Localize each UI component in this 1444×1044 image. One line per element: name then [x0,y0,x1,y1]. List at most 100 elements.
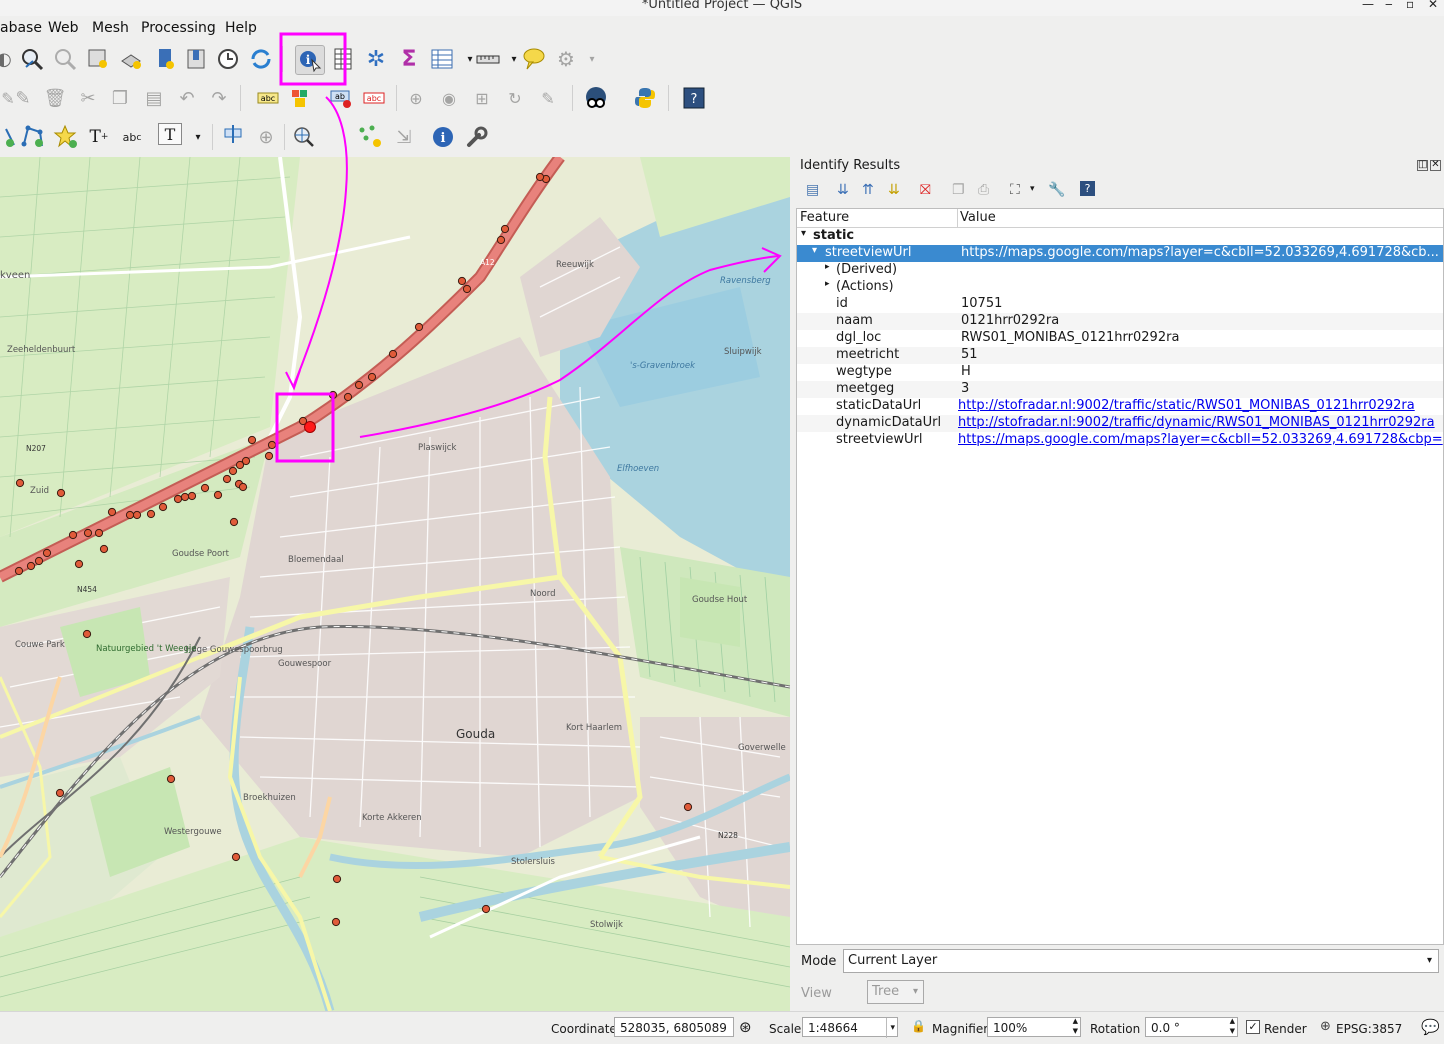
add-text-annotation-icon[interactable]: T + [85,123,113,151]
python-console-icon[interactable] [631,84,659,112]
attribute-row[interactable]: dgl_loc RWS01_MONIBAS_0121hrr0292ra [797,330,1443,347]
tree-row-derived[interactable]: ▸ (Derived) [797,262,1443,279]
label-red-abc-icon[interactable]: abc [360,84,388,112]
header-feature[interactable]: Feature [800,210,849,225]
chevron-down-icon[interactable]: ▾ [184,123,212,151]
menu-mesh[interactable]: Mesh [92,20,129,36]
help-icon[interactable]: ? [1080,181,1095,196]
new-bookmark-icon[interactable] [151,45,179,73]
add-ring-icon[interactable] [0,123,20,151]
maximize-button[interactable]: ▫ [1406,0,1414,11]
move-annotation-icon[interactable]: ⊕ [252,123,280,151]
messages-icon[interactable]: 💬 [1421,1018,1440,1036]
map-canvas[interactable]: Reeuwijk Gouda Plaswijck Bloemendaal Noo… [0,157,790,1011]
chevron-down-icon[interactable]: ▾ [578,45,606,73]
rotation-field[interactable]: 0.0 ° ▲ ▼ [1145,1017,1238,1037]
menu-help[interactable]: Help [225,20,257,36]
scale-field[interactable]: 1:48664 ▾ [802,1017,898,1038]
dynamic-data-url-link[interactable]: http://stofradar.nl:9002/traffic/dynamic… [958,415,1435,430]
temporal-controller-icon[interactable] [214,45,242,73]
plugin-glasses-icon[interactable] [582,84,610,112]
column-divider[interactable] [957,209,958,227]
delete-icon[interactable]: 🗑 [41,84,69,112]
select-feature-icon[interactable]: ⇲ [390,123,418,151]
tree-row-actions[interactable]: ▸ (Actions) [797,279,1443,296]
identify-features-icon[interactable]: i [295,45,325,75]
float-panel-icon[interactable]: ◫ [1417,160,1428,171]
pan-icon[interactable]: ◐ [0,45,18,73]
info-icon[interactable]: i [429,123,457,151]
menu-database[interactable]: abase [0,20,42,36]
undo-icon[interactable]: ↶ [173,84,201,112]
label-rotate-icon[interactable]: ↻ [501,84,529,112]
zoom-to-selection-icon[interactable] [117,45,145,73]
vertex-tool-icon[interactable] [357,123,385,151]
attribute-row[interactable]: dynamicDataUrl http://stofradar.nl:9002/… [797,415,1443,432]
paste-icon[interactable]: ▤ [140,84,168,112]
copy-feature-icon[interactable]: ❐ [952,182,965,198]
copy-icon[interactable]: ❐ [106,84,134,112]
label-pin-icon[interactable]: ⊞ [468,84,496,112]
expand-selected-icon[interactable]: ⇊ [888,182,900,198]
select-features-icon[interactable]: ⛶ [1010,182,1020,198]
close-button[interactable]: ✕ [1428,0,1438,11]
attribute-row[interactable]: id 10751 [797,296,1443,313]
attribute-row[interactable]: meetricht 51 [797,347,1443,364]
print-icon[interactable]: ⎙ [978,182,989,198]
attribute-row[interactable]: wegtype H [797,364,1443,381]
close-panel-icon[interactable]: ✕ [1430,160,1441,171]
select-annotation-icon[interactable] [219,121,247,149]
minimize-button[interactable]: ‒ [1385,0,1393,11]
open-attribute-table-icon[interactable] [329,45,357,73]
show-bookmarks-icon[interactable] [182,45,210,73]
expanded-arrow-icon[interactable]: ▾ [801,228,806,239]
crs-button[interactable]: EPSG:3857 [1336,1022,1402,1036]
label-move-icon[interactable]: ⊕ [402,84,430,112]
processing-toolbox-icon[interactable]: ✲ [362,45,390,73]
expand-all-icon[interactable]: ⇊ [837,182,849,198]
star-shape-icon[interactable] [52,123,80,151]
attribute-row[interactable]: naam 0121hrr0292ra [797,313,1443,330]
globe-icon[interactable]: ⊕ [1320,1019,1331,1034]
refresh-icon[interactable] [247,45,275,73]
clear-results-icon[interactable]: ⛝ [920,182,931,198]
label-show-icon[interactable]: ◉ [435,84,463,112]
add-part-icon[interactable] [19,123,47,151]
pin-labels-icon[interactable]: ab [327,84,355,112]
chevron-down-icon[interactable]: ▾ [1030,184,1035,194]
window-menu-icon[interactable]: — [1362,0,1374,11]
wrench-icon[interactable] [463,123,491,151]
collapse-all-icon[interactable]: ⇈ [862,182,874,198]
diagram-icon[interactable] [287,84,315,112]
statistical-summary-icon[interactable]: Σ [395,45,423,73]
zoom-to-layer-icon[interactable] [84,45,112,73]
collapsed-arrow-icon[interactable]: ▸ [825,262,830,272]
attribute-row[interactable]: staticDataUrl http://stofradar.nl:9002/t… [797,398,1443,415]
cut-icon[interactable]: ✂ [74,84,102,112]
expand-new-results-icon[interactable]: ▤ [806,182,819,198]
wrench-icon[interactable]: 🔧 [1048,182,1065,198]
settings-gear-icon[interactable]: ⚙ [552,45,580,73]
text-along-line-icon[interactable]: ab c [118,123,146,151]
identify-results-tree[interactable]: Feature Value ▾ static ▾ streetviewUrl h… [796,208,1444,945]
attribute-table-icon[interactable] [428,45,456,73]
attribute-row[interactable]: meetgeg 3 [797,381,1443,398]
label-abc-icon[interactable]: abc [254,84,282,112]
lock-scale-icon[interactable]: 🔒 [911,1019,926,1033]
menu-processing[interactable]: Processing [141,20,216,36]
menu-web[interactable]: Web [48,20,79,36]
text-annotation-icon[interactable]: T [158,123,182,145]
zoom-in-icon[interactable] [18,45,46,73]
header-value[interactable]: Value [960,210,996,225]
edit-icon[interactable]: ✎ [9,84,37,112]
tree-row-layer[interactable]: ▾ static [797,228,1443,245]
coordinate-field[interactable]: 528035, 6805089 [614,1017,734,1037]
attribute-row[interactable]: streetviewUrl https://maps.google.com/ma… [797,432,1443,449]
mouse-coordinates-toggle-icon[interactable]: ⊛ [739,1018,752,1036]
mode-select[interactable]: Current Layer ▾ [843,949,1439,973]
redo-icon[interactable]: ↷ [205,84,233,112]
zoom-full-icon[interactable] [290,123,318,151]
zoom-out-icon[interactable] [51,45,79,73]
magnifier-field[interactable]: 100% ▲ ▼ [987,1017,1081,1037]
static-data-url-link[interactable]: http://stofradar.nl:9002/traffic/static/… [958,398,1415,413]
